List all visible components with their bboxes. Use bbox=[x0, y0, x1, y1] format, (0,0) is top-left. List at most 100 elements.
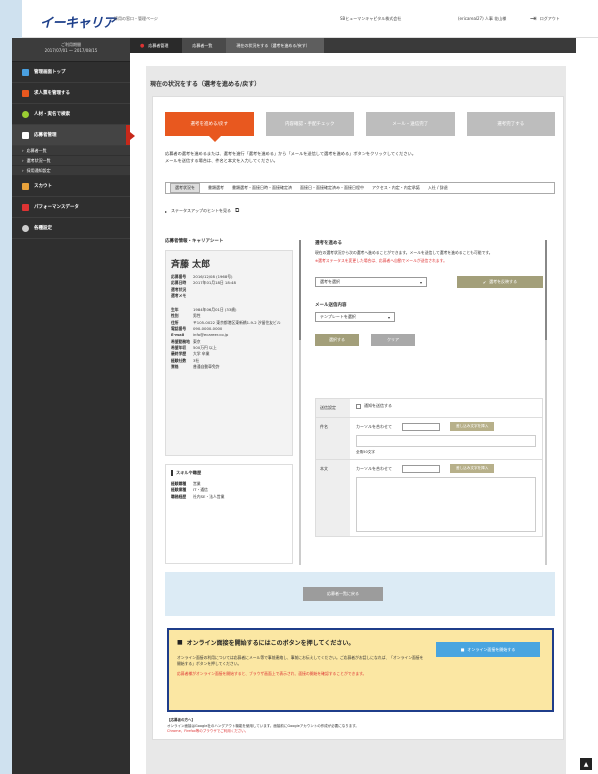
sidebar-subitem-status[interactable]: › 選考状況一覧 bbox=[12, 156, 130, 166]
template-title: メール送信内容 bbox=[315, 303, 347, 308]
sidebar-item-settings[interactable]: 各種設定 bbox=[12, 218, 130, 239]
applicant-name: 斉藤 太郎 bbox=[171, 260, 211, 270]
status-filter-selected[interactable]: 選考状況を bbox=[170, 183, 200, 193]
status-filter-item[interactable]: 書類選考 bbox=[208, 185, 224, 191]
insert-button[interactable]: 差し込み文字を挿入 bbox=[450, 464, 495, 473]
sidebar-item-label: 応募者管理 bbox=[34, 133, 57, 138]
chevron-right-icon: › bbox=[22, 168, 24, 173]
footnote-link[interactable]: Chrome、Firefox等のブラウザでご利用ください。 bbox=[167, 729, 554, 735]
info-row: 選考メモ bbox=[171, 293, 287, 299]
video-icon: ■ bbox=[460, 647, 465, 652]
progress-description: 現在の選考状況から次の選考へ進めることができます。メールを送信して選考を進めるこ… bbox=[315, 250, 493, 255]
status-filter-item[interactable]: アクセス・内定・内定承諾 bbox=[372, 185, 420, 191]
use-template-button[interactable]: 選択する bbox=[315, 334, 359, 346]
step-tabs: 選考を進める/戻す 内容確認・手配チェック メール・送信完了 選考完了する bbox=[165, 112, 555, 142]
logout-icon: ⇥ bbox=[530, 14, 537, 23]
back-to-list-button[interactable]: 応募者一覧に戻る bbox=[303, 587, 383, 601]
tips-link[interactable]: ▸ ステータスアップのヒントを見る ⧉ bbox=[165, 207, 239, 215]
breadcrumb-label: 応募者管理 bbox=[148, 42, 169, 48]
applicant-panel: 応募者情報・キャリアシート 斉藤 太郎 応募番号 2016/12/08 (1968… bbox=[165, 238, 293, 568]
intro-line: 応募者の選考を進めるまたは、選考を進行「選考を進める」から「メールを送信して選考… bbox=[165, 151, 416, 156]
online-interview-notice: ■ オンライン面接を開始するにはこのボタンを押してください。 オンライン面接の利用… bbox=[167, 628, 554, 712]
search-icon bbox=[22, 110, 29, 118]
mail-row-body: 本文 カーソルを合わせて 差し込み文字を挿入 bbox=[316, 460, 542, 536]
send-option[interactable]: 通知を送信する bbox=[350, 399, 542, 417]
chevron-right-icon: › bbox=[22, 148, 24, 153]
checkbox[interactable] bbox=[356, 403, 361, 409]
step-2: 内容確認・手配チェック bbox=[265, 112, 354, 136]
status-filter-item[interactable]: 入社 / 辞退 bbox=[428, 185, 448, 191]
step-4: 選考完了する bbox=[466, 112, 555, 136]
sidebar-item-performance[interactable]: パフォーマンスデータ bbox=[12, 197, 130, 218]
send-option-label: 通知を送信する bbox=[364, 403, 392, 408]
logout-link[interactable]: ⇥ ログアウト bbox=[530, 14, 560, 23]
person-icon: ● bbox=[140, 42, 145, 49]
mail-row-label: 送信設定 bbox=[316, 399, 350, 417]
chevron-down-icon: ▾ bbox=[419, 279, 422, 285]
status-filter-item[interactable]: 面接日・面接確定済み・面接日程中 bbox=[300, 185, 364, 191]
start-online-interview-button[interactable]: ■ オンライン面接を開始する bbox=[436, 642, 540, 657]
insert-select[interactable] bbox=[402, 422, 440, 431]
info-value: 社内SE・法人営業 bbox=[193, 493, 225, 499]
sidebar-item-applicants[interactable]: 応募者管理 bbox=[12, 125, 135, 146]
step-1: 選考を進める/戻す bbox=[165, 112, 254, 142]
status-filter-item[interactable]: 書類選考・面接日時・面接確定済 bbox=[232, 185, 292, 191]
sidebar-item-search[interactable]: 人材・実名で検索 bbox=[12, 104, 130, 125]
sidebar-item-top[interactable]: 管理画面トップ bbox=[12, 62, 130, 83]
mail-row-subject: 件名 カーソルを合わせて 差し込み文字を挿入 全角50文字 bbox=[316, 418, 542, 460]
date-range: 2017/07/01 〜 2017/08/15 bbox=[44, 48, 98, 53]
status-select[interactable]: 選考を選択 ▾ bbox=[315, 277, 427, 287]
tips-label: ステータスアップのヒントを見る bbox=[171, 208, 232, 213]
mail-table: 送信設定 通知を送信する 件名 カーソルを合わせて 差し込み文字を挿入 全角50文… bbox=[315, 398, 543, 537]
home-icon bbox=[22, 68, 29, 76]
status-select-row: 選考を選択 ▾ ✔ 選考を反映する bbox=[315, 276, 543, 288]
sidebar-subitem-notify[interactable]: › 採用通知設定 bbox=[12, 166, 130, 176]
active-marker bbox=[126, 125, 130, 145]
status-select-value: 選考を選択 bbox=[320, 279, 340, 284]
apply-status-button[interactable]: ✔ 選考を反映する bbox=[457, 276, 543, 288]
insert-hint: カーソルを合わせて bbox=[356, 465, 392, 471]
progress-panel: 選考を進める 現在の選考状況から次の選考へ進めることができます。メールを送信して… bbox=[315, 240, 543, 565]
subject-input[interactable] bbox=[356, 435, 536, 447]
breadcrumb-item: 現在の状況をする（選考を進める/戻す） bbox=[226, 38, 324, 53]
template-select[interactable]: テンプレートを選択 ▾ bbox=[315, 312, 395, 322]
insert-button[interactable]: 差し込み文字を挿入 bbox=[450, 422, 495, 431]
left-scrollbar[interactable] bbox=[299, 240, 301, 565]
applicant-info-box: 斉藤 太郎 応募番号 2016/12/08 (1968号) 応募日時 2017年01… bbox=[165, 250, 293, 456]
page-top-button[interactable]: ▲ bbox=[580, 758, 592, 770]
breadcrumb-item[interactable]: 応募者一覧 bbox=[182, 38, 227, 53]
document-icon bbox=[22, 89, 29, 97]
page-title: 現在の状況をする（選考を進める/戻す） bbox=[150, 81, 261, 88]
mail-row-send: 送信設定 通知を送信する bbox=[316, 399, 542, 418]
sidebar-item-label: 人材・実名で検索 bbox=[34, 112, 70, 117]
info-value bbox=[193, 293, 287, 299]
body-textarea[interactable] bbox=[356, 477, 536, 532]
notice-title: オンライン面接を開始するにはこのボタンを押してください。 bbox=[186, 640, 355, 647]
sidebar-subitem-list[interactable]: › 応募者一覧 bbox=[12, 146, 130, 156]
gear-icon bbox=[22, 224, 29, 232]
info-key: 資格 bbox=[171, 363, 179, 369]
top-header: イーキャリア 採用の窓口・管理ページ SBヒューマンキャピタル株式会社 (eri… bbox=[22, 0, 598, 38]
template-buttons: 選択する クリア bbox=[315, 334, 543, 346]
sidebar-item-label: 各種設定 bbox=[34, 226, 52, 231]
breadcrumb-item[interactable]: ● 応募者管理 bbox=[130, 38, 183, 53]
sidebar-subitem-label: 選考状況一覧 bbox=[26, 157, 51, 163]
body-cell: カーソルを合わせて 差し込み文字を挿入 bbox=[350, 460, 542, 536]
right-scrollbar[interactable] bbox=[545, 240, 547, 565]
info-key: 選考メモ bbox=[171, 292, 187, 298]
sidebar-item-scout[interactable]: スカウト bbox=[12, 176, 130, 197]
chart-icon bbox=[22, 203, 29, 211]
scroll-thumb[interactable] bbox=[299, 240, 301, 340]
status-filter-bar: 選考状況を 書類選考 書類選考・面接日時・面接確定済 面接日・面接確定済み・面接… bbox=[165, 182, 555, 194]
scroll-thumb[interactable] bbox=[545, 240, 547, 340]
sidebar-item-jobs[interactable]: 求人票を管理する bbox=[12, 83, 130, 104]
insert-hint: カーソルを合わせて bbox=[356, 423, 392, 429]
logout-label: ログアウト bbox=[539, 15, 560, 21]
sidebar-item-label: 管理画面トップ bbox=[34, 70, 66, 75]
clear-template-button[interactable]: クリア bbox=[371, 334, 415, 346]
sidebar-subitem-label: 採用通知設定 bbox=[26, 167, 51, 173]
sidebar: ご利用期間 2017/07/01 〜 2017/08/15 管理画面トップ 求人… bbox=[12, 38, 135, 774]
subject-note: 全角50文字 bbox=[356, 450, 375, 454]
logo[interactable]: イーキャリア bbox=[40, 12, 116, 31]
insert-select[interactable] bbox=[402, 464, 440, 473]
